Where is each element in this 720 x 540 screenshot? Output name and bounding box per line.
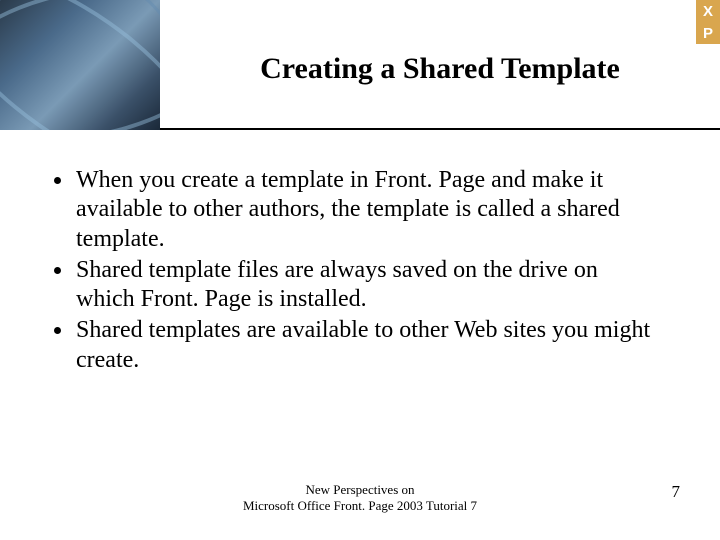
xp-badge-line2: P [696,22,720,44]
title-area: Creating a Shared Template [160,0,720,130]
slide-header: Creating a Shared Template X P [0,0,720,130]
footer-line2: Microsoft Office Front. Page 2003 Tutori… [0,498,720,514]
slide-title: Creating a Shared Template [160,52,720,86]
bullet-list: When you create a template in Front. Pag… [44,166,662,375]
slide-body: When you create a template in Front. Pag… [0,130,720,375]
list-item: Shared template files are always saved o… [74,256,662,315]
slide-footer: New Perspectives on Microsoft Office Fro… [0,482,720,522]
decorative-globe-image [0,0,160,130]
footer-text: New Perspectives on Microsoft Office Fro… [0,482,720,515]
xp-badge-line1: X [696,0,720,22]
list-item: When you create a template in Front. Pag… [74,166,662,254]
xp-badge: X P [696,0,720,44]
footer-line1: New Perspectives on [0,482,720,498]
page-number: 7 [672,482,681,502]
list-item: Shared templates are available to other … [74,316,662,375]
title-underline [160,128,720,130]
